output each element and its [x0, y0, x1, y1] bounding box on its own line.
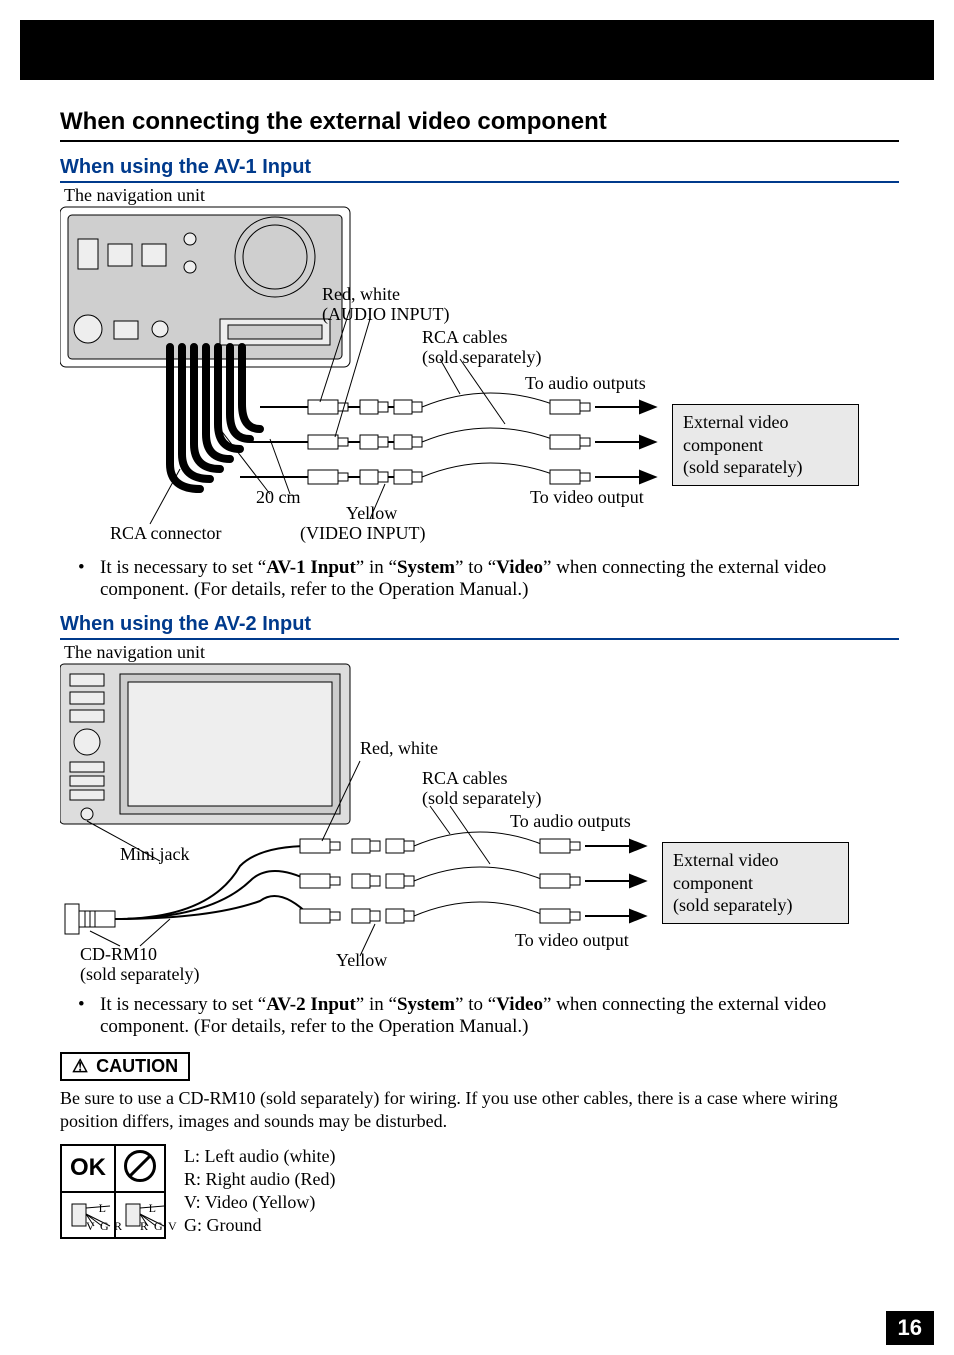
av1-note: It is necessary to set “AV-1 Input” in “… [100, 557, 899, 601]
av1-audio-input-label: (AUDIO INPUT) [322, 304, 449, 325]
av2-minijack-label: Mini jack [120, 844, 190, 865]
av1-external-box: External video component (sold separatel… [672, 404, 859, 486]
av2-sold-sep-label: (sold separately) [422, 788, 541, 809]
ok-row: OK L V G R L R [60, 1144, 899, 1239]
legend-g: G: Ground [184, 1215, 336, 1236]
av2-red-white-label: Red, white [360, 738, 438, 759]
av2-yellow-label: Yellow [336, 950, 387, 971]
ext-l2: component [683, 435, 763, 455]
legend-r: R: Right audio (Red) [184, 1169, 336, 1190]
av2-heading: When using the AV-2 Input [60, 613, 899, 640]
av2-nav-unit-label: The navigation unit [64, 642, 205, 663]
av1-rca-connector-label: RCA connector [110, 523, 221, 544]
av1-video-input-label: (VIDEO INPUT) [300, 523, 425, 544]
legend-l: L: Left audio (white) [184, 1146, 336, 1167]
av1-sold-sep-label: (sold separately) [422, 347, 541, 368]
ext2-l3: (sold separately) [673, 895, 792, 915]
av1-to-audio-label: To audio outputs [525, 373, 646, 394]
av1-diagram: The navigation unit Red, white (AUDIO IN… [60, 189, 880, 549]
av2-rca-cables-label: RCA cables [422, 768, 508, 789]
av2-external-box: External video component (sold separatel… [662, 842, 849, 924]
warning-icon: ⚠ [72, 1056, 88, 1077]
page-number: 16 [886, 1311, 934, 1345]
av2-cdrm-label: CD-RM10 [80, 944, 157, 965]
av1-rca-cables-label: RCA cables [422, 327, 508, 348]
caution-label: CAUTION [96, 1056, 178, 1077]
caution-box: ⚠ CAUTION [60, 1052, 190, 1081]
legend-v: V: Video (Yellow) [184, 1192, 336, 1213]
av1-red-white-label: Red, white [322, 284, 400, 305]
ok-connector-cell: L V G R [61, 1192, 115, 1238]
page-content: English When connecting the external vid… [0, 80, 954, 1259]
ext2-l1: External video [673, 850, 778, 870]
ok-table: OK L V G R L R [60, 1144, 166, 1239]
ok-cell: OK [61, 1145, 115, 1192]
av2-to-audio-label: To audio outputs [510, 811, 631, 832]
av1-yellow-label: Yellow [346, 503, 397, 524]
av1-heading: When using the AV-1 Input [60, 156, 899, 183]
av2-diagram: The navigation unit Red, white RCA cable… [60, 646, 880, 986]
av2-note: It is necessary to set “AV-2 Input” in “… [100, 994, 899, 1038]
legend: L: Left audio (white) R: Right audio (Re… [184, 1144, 336, 1238]
ext2-l2: component [673, 873, 753, 893]
av1-nav-unit-label: The navigation unit [64, 185, 205, 206]
caution-body: Be sure to use a CD-RM10 (sold separatel… [60, 1087, 899, 1134]
main-heading: When connecting the external video compo… [60, 108, 899, 142]
av2-cdrm-sep-label: (sold separately) [80, 964, 199, 985]
av2-svg [60, 646, 880, 986]
av2-to-video-label: To video output [515, 930, 629, 951]
av1-length-label: 20 cm [256, 487, 301, 508]
header-black-bar [20, 20, 934, 80]
ext-l1: External video [683, 412, 788, 432]
forbidden-cell [115, 1145, 165, 1192]
ext-l3: (sold separately) [683, 457, 802, 477]
av1-svg [60, 189, 880, 549]
av1-to-video-label: To video output [530, 487, 644, 508]
forbidden-icon [124, 1150, 156, 1182]
